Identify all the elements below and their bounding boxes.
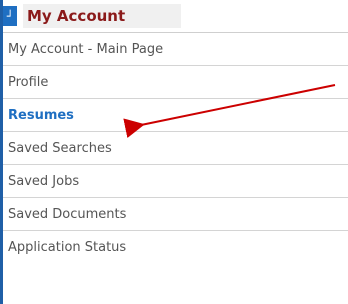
- panel-title: My Account: [23, 4, 182, 28]
- menu-item-label: Saved Documents: [8, 206, 127, 222]
- menu-item-saved-documents[interactable]: Saved Documents: [3, 197, 348, 230]
- account-menu: My Account - Main Page Profile Resumes S…: [3, 32, 348, 263]
- menu-item-application-status[interactable]: Application Status: [3, 230, 348, 263]
- menu-item-label: My Account - Main Page: [8, 41, 164, 57]
- panel-header: ┘ My Account: [3, 0, 348, 32]
- my-account-panel: ┘ My Account My Account - Main Page Prof…: [0, 0, 348, 304]
- collapse-icon[interactable]: ┘: [3, 6, 17, 26]
- menu-item-label: Resumes: [8, 107, 74, 123]
- menu-item-label: Application Status: [8, 239, 127, 255]
- menu-item-profile[interactable]: Profile: [3, 65, 348, 98]
- menu-item-main-page[interactable]: My Account - Main Page: [3, 32, 348, 65]
- menu-item-label: Profile: [8, 74, 49, 90]
- menu-item-resumes[interactable]: Resumes: [3, 98, 348, 131]
- menu-item-label: Saved Jobs: [8, 173, 80, 189]
- menu-item-saved-searches[interactable]: Saved Searches: [3, 131, 348, 164]
- menu-item-saved-jobs[interactable]: Saved Jobs: [3, 164, 348, 197]
- menu-item-label: Saved Searches: [8, 140, 112, 156]
